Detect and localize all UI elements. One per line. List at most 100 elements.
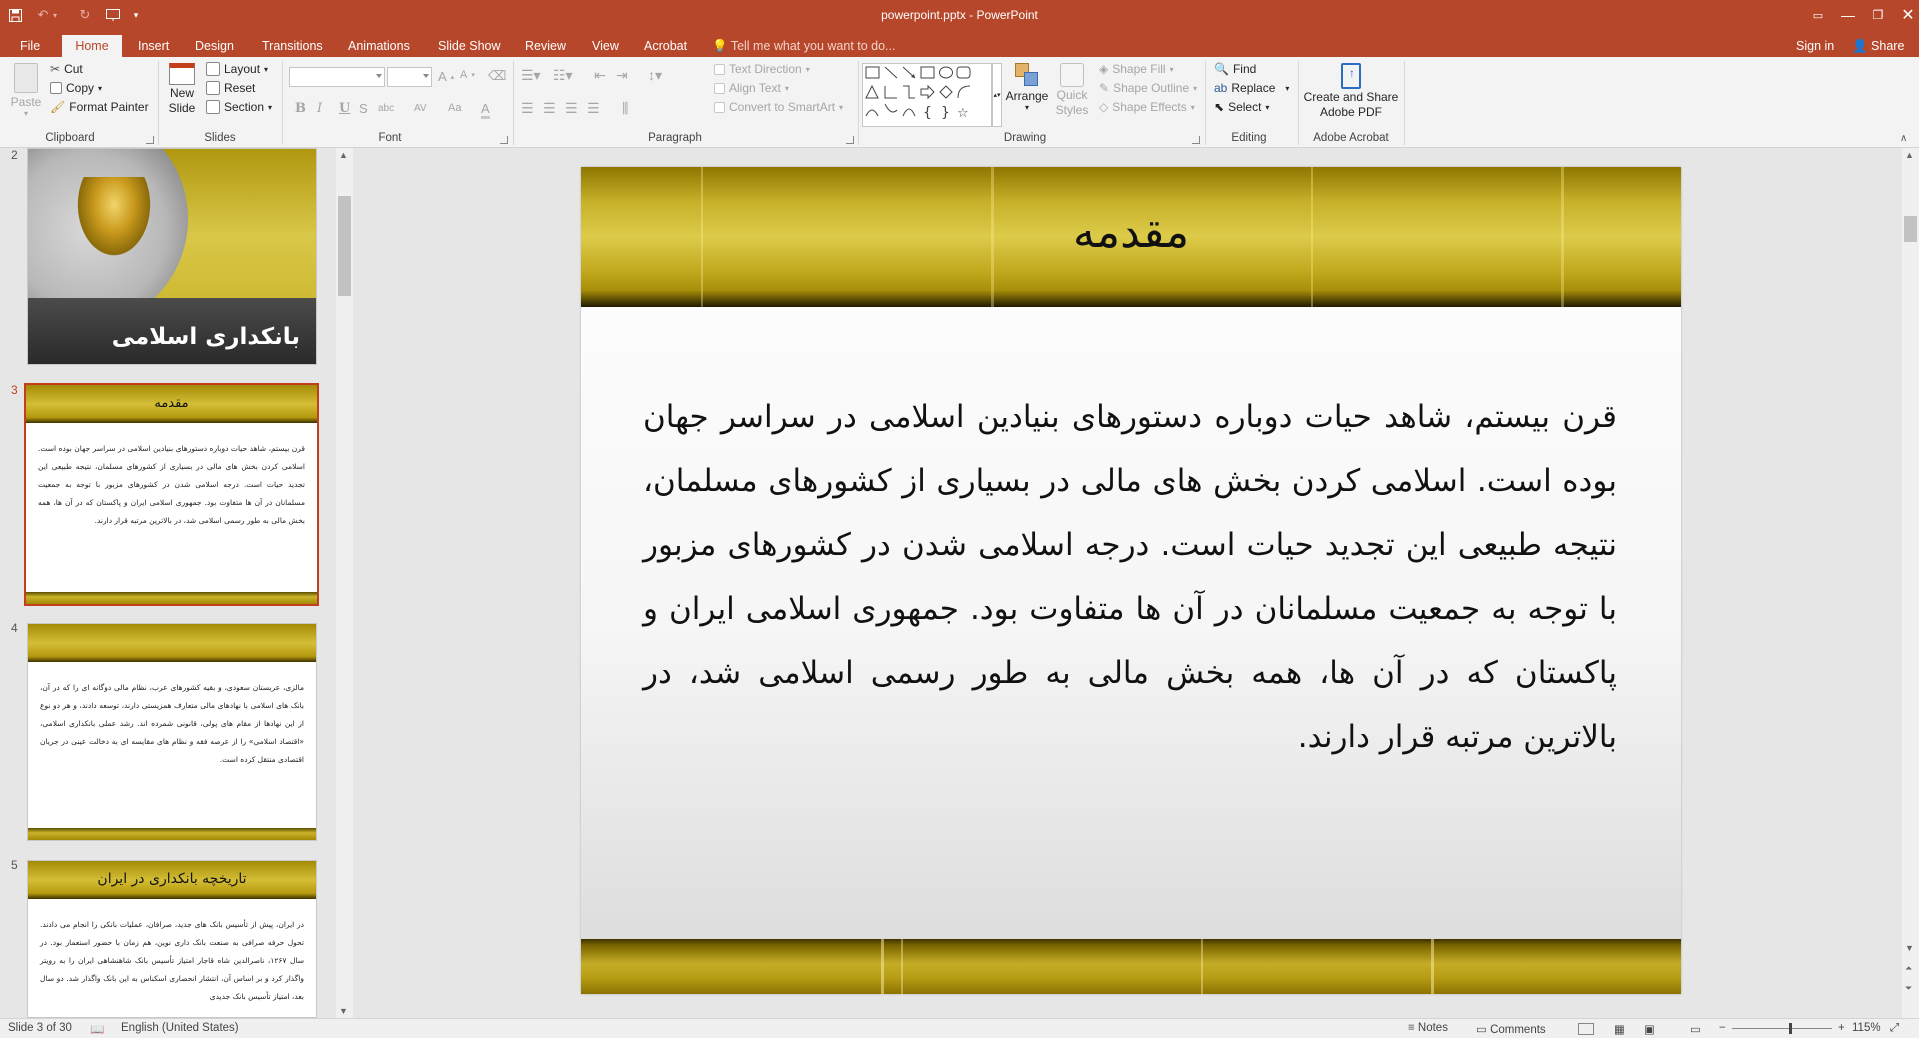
font-size-dropdown-icon[interactable] bbox=[423, 74, 429, 78]
slide-thumbnail-3[interactable]: مقدمه قرن بیستم، شاهد حیات دوباره دستوره… bbox=[24, 383, 319, 606]
reading-view-icon[interactable]: ▣ bbox=[1644, 1022, 1655, 1036]
scroll-down-icon[interactable]: ▼ bbox=[339, 1006, 348, 1016]
increase-indent-icon[interactable]: ⇥ bbox=[616, 67, 628, 84]
tab-acrobat[interactable]: Acrobat bbox=[634, 35, 697, 57]
slide-sorter-icon[interactable]: ▦ bbox=[1614, 1022, 1625, 1036]
paste-button[interactable]: Paste ▾ bbox=[8, 63, 44, 118]
increase-font-icon[interactable]: A ▴ bbox=[438, 69, 454, 84]
arrange-button[interactable]: Arrange ▾ bbox=[1005, 63, 1049, 112]
align-right-icon[interactable]: ☰ bbox=[565, 100, 578, 117]
slideshow-icon[interactable]: ▭ bbox=[1690, 1022, 1701, 1036]
footer-streak bbox=[901, 939, 903, 994]
tab-insert[interactable]: Insert bbox=[128, 35, 179, 57]
quick-styles-button[interactable]: Quick Styles bbox=[1052, 63, 1092, 117]
text-shadow-button[interactable]: abc bbox=[378, 103, 394, 114]
tab-file[interactable]: File bbox=[10, 35, 50, 57]
font-family-input[interactable] bbox=[289, 67, 385, 87]
slide-scrollbar-thumb[interactable] bbox=[1904, 216, 1917, 242]
collapse-ribbon-icon[interactable]: ∧ bbox=[1900, 133, 1907, 144]
tab-slide-show[interactable]: Slide Show bbox=[428, 35, 511, 57]
layout-button[interactable]: Layout ▾ bbox=[206, 62, 268, 76]
decrease-font-icon[interactable]: A ▾ bbox=[460, 69, 475, 81]
tab-review[interactable]: Review bbox=[515, 35, 576, 57]
sign-in-link[interactable]: Sign in bbox=[1796, 35, 1834, 57]
text-direction-button[interactable]: Text Direction ▾ bbox=[714, 62, 810, 76]
slide-title[interactable]: مقدمه bbox=[581, 207, 1681, 258]
slide-thumbnail-5[interactable]: تاریخچه بانکداری در ایران در ایران، پیش … bbox=[27, 860, 317, 1018]
notes-button[interactable]: ≡ Notes bbox=[1408, 1022, 1448, 1034]
next-slide-icon[interactable]: ⏷ bbox=[1905, 983, 1912, 994]
cut-button[interactable]: ✂ Cut bbox=[50, 62, 83, 76]
shape-effects-button[interactable]: ◇ Shape Effects ▾ bbox=[1099, 100, 1195, 114]
reset-button[interactable]: Reset bbox=[206, 81, 255, 95]
clear-formatting-icon[interactable]: ⌫ bbox=[488, 68, 506, 84]
close-icon[interactable]: ✕ bbox=[1885, 0, 1919, 30]
align-text-button[interactable]: Align Text ▾ bbox=[714, 81, 789, 95]
language-indicator[interactable]: English (United States) bbox=[121, 1022, 239, 1034]
numbering-icon[interactable]: ☷▾ bbox=[553, 67, 573, 84]
font-launcher-icon[interactable] bbox=[500, 136, 508, 144]
select-button[interactable]: ⬉ Select ▾ bbox=[1214, 100, 1269, 114]
comments-button[interactable]: ▭ Comments bbox=[1476, 1022, 1546, 1036]
line-spacing-icon[interactable]: ↕▾ bbox=[648, 67, 662, 84]
thumbnail-scrollbar[interactable]: ▲ ▼ bbox=[336, 148, 353, 1018]
font-size-input[interactable] bbox=[387, 67, 432, 87]
find-button[interactable]: 🔍 Find bbox=[1214, 62, 1256, 76]
create-share-pdf-button[interactable]: ↑ Create and Share Adobe PDF bbox=[1303, 63, 1399, 119]
replace-button[interactable]: ab Replace ▾ bbox=[1214, 81, 1289, 95]
tab-home[interactable]: Home bbox=[62, 35, 122, 57]
bold-button[interactable]: B bbox=[295, 101, 306, 116]
share-button[interactable]: 👤 Share bbox=[1852, 35, 1904, 57]
shapes-gallery[interactable]: { } ☆ bbox=[862, 63, 992, 127]
clipboard-launcher-icon[interactable] bbox=[146, 136, 154, 144]
format-painter-button[interactable]: 🖌 Format Painter bbox=[50, 100, 149, 114]
align-center-icon[interactable]: ☰ bbox=[543, 100, 556, 117]
justify-icon[interactable]: ☰ bbox=[587, 100, 600, 117]
spell-check-icon[interactable]: 📖 bbox=[90, 1022, 104, 1036]
bullets-icon[interactable]: ☰▾ bbox=[521, 67, 541, 84]
tab-transitions[interactable]: Transitions bbox=[252, 35, 333, 57]
slide-body-text[interactable]: قرن بیستم، شاهد حیات دوباره دستورهای بنی… bbox=[643, 385, 1617, 769]
zoom-level[interactable]: 115% bbox=[1852, 1022, 1881, 1034]
drawing-launcher-icon[interactable] bbox=[1192, 136, 1200, 144]
window-title: powerpoint.pptx - PowerPoint bbox=[881, 8, 1038, 22]
underline-button[interactable]: U bbox=[339, 101, 350, 116]
tab-design[interactable]: Design bbox=[185, 35, 244, 57]
shape-outline-button[interactable]: ✎ Shape Outline ▾ bbox=[1099, 81, 1197, 95]
font-family-dropdown-icon[interactable] bbox=[376, 74, 382, 78]
section-button[interactable]: Section ▾ bbox=[206, 100, 272, 114]
fit-slide-icon[interactable]: ⤢ bbox=[1890, 1022, 1899, 1035]
normal-view-icon[interactable] bbox=[1578, 1023, 1594, 1035]
character-spacing-button[interactable]: AV bbox=[414, 103, 427, 114]
scroll-up-icon[interactable]: ▲ bbox=[1905, 150, 1914, 160]
tell-me-box[interactable]: 💡 Tell me what you want to do... bbox=[712, 35, 895, 57]
strikethrough-button[interactable]: S bbox=[359, 101, 368, 116]
font-color-button[interactable]: A bbox=[481, 101, 490, 119]
previous-slide-icon[interactable]: ⏶ bbox=[1905, 963, 1912, 974]
new-slide-button[interactable]: New Slide bbox=[164, 63, 200, 115]
change-case-button[interactable]: Aa bbox=[448, 102, 461, 114]
italic-button[interactable]: I bbox=[317, 101, 322, 116]
decrease-indent-icon[interactable]: ⇤ bbox=[594, 67, 606, 84]
shape-fill-button[interactable]: ◈ Shape Fill ▾ bbox=[1099, 62, 1174, 76]
paragraph-launcher-icon[interactable] bbox=[846, 136, 854, 144]
zoom-slider-thumb[interactable] bbox=[1789, 1023, 1792, 1034]
columns-icon[interactable]: ⫼ bbox=[622, 100, 628, 117]
tab-animations[interactable]: Animations bbox=[338, 35, 420, 57]
slide-scrollbar[interactable]: ▲ ▼ ⏶ ⏷ bbox=[1902, 148, 1919, 1018]
scroll-up-icon[interactable]: ▲ bbox=[339, 150, 348, 160]
align-left-icon[interactable]: ☰ bbox=[521, 100, 534, 117]
thumbnail-scrollbar-thumb[interactable] bbox=[338, 196, 351, 296]
scroll-down-icon[interactable]: ▼ bbox=[1905, 943, 1914, 953]
arrange-label: Arrange bbox=[1005, 89, 1049, 103]
tab-view[interactable]: View bbox=[582, 35, 629, 57]
zoom-slider[interactable] bbox=[1732, 1023, 1832, 1034]
copy-button[interactable]: Copy ▾ bbox=[50, 81, 102, 95]
zoom-out-icon[interactable]: − bbox=[1719, 1022, 1726, 1034]
slide-thumbnail-2[interactable]: بانکداری اسلامی bbox=[27, 148, 317, 365]
current-slide[interactable]: مقدمه قرن بیستم، شاهد حیات دوباره دستوره… bbox=[581, 167, 1681, 994]
zoom-in-icon[interactable]: + bbox=[1838, 1022, 1845, 1034]
slide-thumbnail-4[interactable]: مالزی، عربستان سعودی، و بقیه کشورهای عرب… bbox=[27, 623, 317, 841]
convert-smartart-button[interactable]: Convert to SmartArt ▾ bbox=[714, 100, 843, 114]
shapes-scroll-icon[interactable]: ▴▾ bbox=[992, 63, 1002, 127]
